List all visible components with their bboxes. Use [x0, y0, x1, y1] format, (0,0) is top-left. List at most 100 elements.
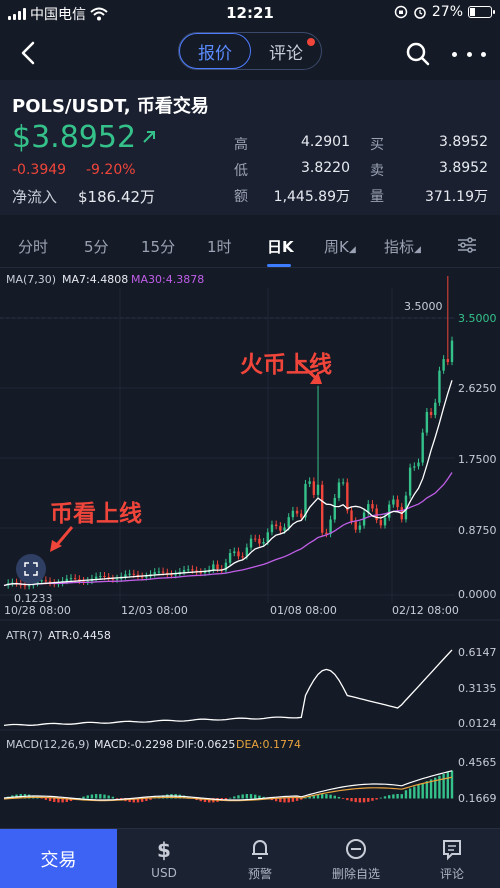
candle-body	[262, 542, 265, 544]
annotation-arrow	[54, 526, 74, 547]
remove-watchlist-button[interactable]: 删除自选	[316, 829, 396, 888]
tab-1hour[interactable]: 1时	[207, 236, 232, 257]
notification-dot	[307, 38, 315, 46]
macd-bar	[249, 794, 253, 799]
tab-timeshare[interactable]: 分时	[18, 236, 48, 257]
macd-bar	[404, 790, 408, 799]
candle-body	[23, 585, 27, 587]
macd-bar	[325, 794, 328, 799]
alert-button[interactable]: 预警	[220, 829, 300, 888]
candle-body	[94, 576, 98, 579]
candle-body	[417, 462, 420, 467]
comment-button[interactable]: 评论	[412, 829, 492, 888]
macd-bar	[367, 798, 370, 802]
candle-body	[65, 578, 69, 581]
candle-body	[153, 572, 156, 575]
candle-body	[274, 524, 278, 527]
tab-indicators-label: 指标	[384, 238, 415, 256]
candle-body	[69, 578, 73, 580]
macd-bar	[48, 798, 52, 802]
candle-body	[442, 359, 445, 371]
candle-body	[191, 569, 194, 571]
dea-value: DEA:0.1774	[236, 738, 301, 751]
date-axis-label: 01/08 08:00	[270, 604, 337, 617]
macd-bar	[383, 796, 387, 799]
buy-value: 3.8952	[439, 134, 488, 150]
price-axis-label: 2.6250	[458, 382, 497, 395]
price-axis-label: 0.0000	[458, 588, 497, 601]
candle-body	[346, 482, 349, 511]
candle-body	[212, 564, 215, 570]
candle-body	[329, 519, 332, 535]
candle-body	[387, 504, 391, 518]
ma7-value: MA7:4.4808	[62, 273, 129, 286]
bottom-bar: 交易 $ USD 预警 删除自选 评论	[0, 828, 500, 888]
macd-bar	[425, 781, 429, 799]
macd-bar	[237, 795, 240, 799]
chart-settings-icon[interactable]	[457, 236, 477, 254]
macd-bar	[44, 798, 48, 800]
interval-tabs: 分时 5分 15分 1时 日K 周K◢ 指标◢	[0, 222, 500, 268]
atr-value: ATR:0.4458	[48, 629, 111, 642]
candle-body	[316, 484, 320, 495]
candle-body	[337, 482, 341, 498]
macd-bar	[40, 798, 43, 799]
candle-body	[291, 510, 295, 518]
view-switch: 报价 评论	[178, 32, 322, 70]
tab-quote[interactable]: 报价	[179, 33, 251, 69]
tab-daily-k[interactable]: 日K	[267, 236, 294, 257]
low-label: 低	[234, 163, 248, 179]
candle-body	[371, 504, 374, 509]
candle-body	[287, 517, 290, 528]
candle-body	[140, 576, 144, 578]
more-icon[interactable]	[452, 40, 486, 68]
atr-axis-label: 0.0124	[458, 717, 497, 730]
tab-weekly-k[interactable]: 周K◢	[324, 236, 356, 257]
fullscreen-icon[interactable]	[16, 554, 46, 584]
change-pct: -9.20%	[86, 162, 136, 178]
usd-button[interactable]: $ USD	[124, 829, 204, 888]
candle-body	[312, 481, 316, 495]
macd-bar	[413, 786, 416, 799]
candle-body	[429, 411, 433, 416]
tab-15min[interactable]: 15分	[141, 236, 175, 257]
candle-body	[421, 432, 424, 463]
macd-bar	[358, 798, 362, 803]
candle-body	[450, 340, 454, 362]
candle-body	[115, 578, 119, 580]
candle-body	[379, 520, 383, 526]
sell-label: 卖	[370, 163, 384, 179]
macd-bar	[86, 795, 89, 799]
candle-body	[321, 484, 324, 533]
caret-down-icon: ◢	[414, 245, 421, 255]
last-price: $3.8952	[12, 120, 136, 155]
trade-button[interactable]: 交易	[0, 829, 117, 888]
atr-line	[3, 649, 453, 727]
macd-bar	[408, 788, 412, 799]
amount-value: 1,445.89万	[273, 189, 350, 205]
candle-body	[233, 551, 236, 553]
net-inflow-value: $186.42万	[78, 188, 156, 206]
macd-bar	[82, 796, 85, 799]
macd-bar	[53, 798, 56, 802]
candle-body	[182, 569, 186, 572]
candle-body	[249, 538, 253, 548]
macd-bar	[111, 796, 115, 799]
back-icon[interactable]	[14, 38, 44, 68]
macd-bar	[287, 798, 290, 803]
macd-bar	[417, 784, 420, 799]
macd-bar	[396, 794, 399, 799]
macd-bar	[354, 798, 357, 803]
macd-bar	[400, 794, 403, 799]
tab-5min[interactable]: 5分	[84, 236, 109, 257]
candle-body	[446, 359, 450, 362]
candle-body	[333, 497, 336, 520]
tab-comment[interactable]: 评论	[251, 33, 321, 69]
search-icon[interactable]	[404, 40, 432, 68]
bell-icon	[252, 839, 268, 859]
candle-body	[124, 574, 127, 577]
macd-bar	[362, 798, 366, 803]
tab-indicators[interactable]: 指标◢	[384, 236, 421, 257]
candle-body	[434, 402, 437, 416]
candle-body	[203, 571, 207, 573]
